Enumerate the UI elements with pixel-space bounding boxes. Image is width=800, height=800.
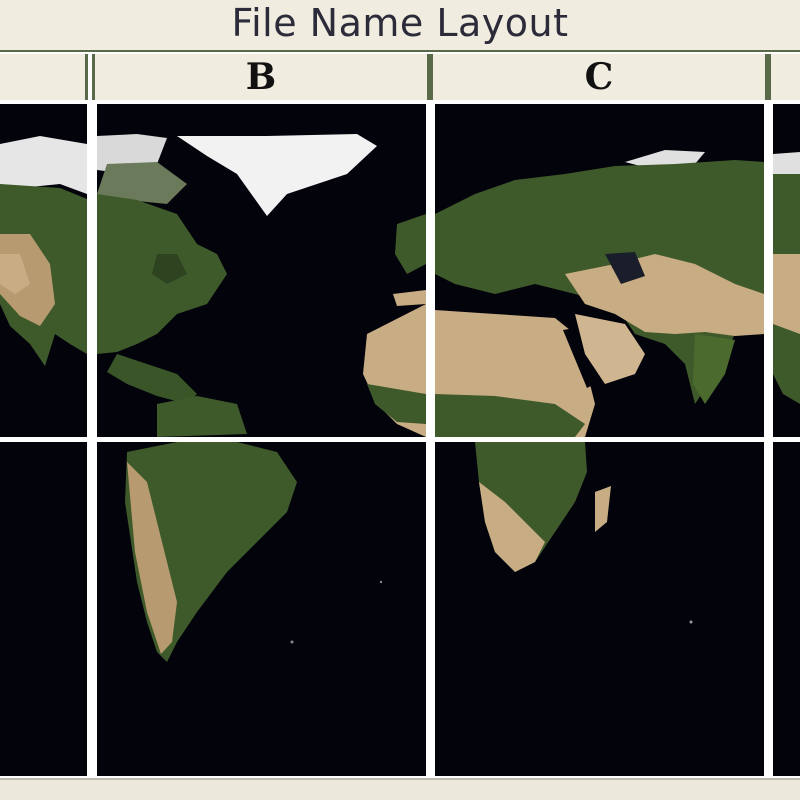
tile-c2 xyxy=(435,442,764,776)
column-header-a xyxy=(0,54,88,100)
column-header-c: C xyxy=(430,54,768,100)
column-header-c-label: C xyxy=(584,56,614,98)
tile-b1 xyxy=(97,104,426,437)
tile-a1 xyxy=(0,104,87,437)
file-name-layout-diagram: File Name Layout B C xyxy=(0,0,800,800)
bottom-scroll-bar xyxy=(0,778,800,800)
column-header-b-label: B xyxy=(245,56,277,98)
diagram-title: File Name Layout xyxy=(231,1,569,45)
tile-d1 xyxy=(773,104,800,437)
title-bar: File Name Layout xyxy=(0,0,800,52)
tile-c1 xyxy=(435,104,764,437)
tile-b2 xyxy=(97,442,426,776)
column-header-b: B xyxy=(92,54,430,100)
tile-d2 xyxy=(773,442,800,776)
column-header-d xyxy=(768,54,800,100)
tile-a2 xyxy=(0,442,87,776)
